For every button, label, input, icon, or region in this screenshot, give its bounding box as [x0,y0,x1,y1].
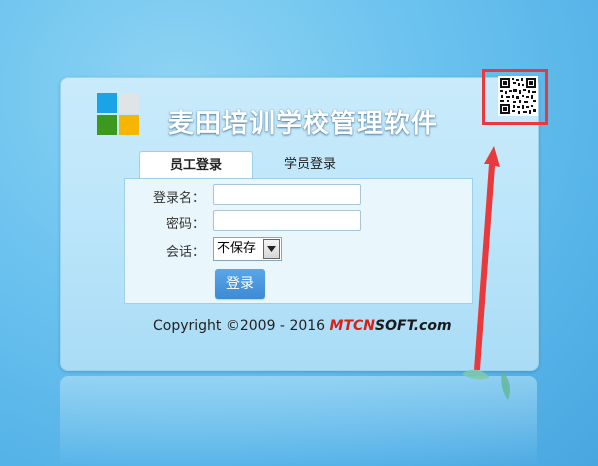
brand-name: MTCNSOFT.com [330,318,452,334]
password-input[interactable] [213,210,361,231]
app-title: 麦田培训学校管理软件 [168,109,439,139]
copyright-label: Copyright ©2009 - 2016 [153,318,330,334]
tab-staff-login[interactable]: 员工登录 [139,151,253,179]
copyright-text: Copyright ©2009 - 2016 MTCNSOFT.com [153,318,452,334]
logo-square-gray [119,93,139,113]
chevron-down-icon[interactable] [263,239,280,259]
qr-highlight-box [482,69,548,125]
logo-square-green [97,115,117,135]
username-input[interactable] [213,184,361,205]
session-select-value: 不保存 [217,241,257,256]
session-select[interactable]: 不保存 [213,237,282,261]
password-label: 密码： [165,217,205,232]
session-label: 会话： [165,245,205,260]
login-button[interactable]: 登录 [215,269,265,299]
logo-square-blue [97,93,117,113]
logo-square-yellow [119,115,139,135]
tab-student-login[interactable]: 学员登录 [270,151,350,179]
brand-name-red: MTCN [329,318,376,334]
username-label: 登录名： [152,191,205,206]
leaf-decoration-icon [462,369,510,400]
app-logo-icon [97,93,141,137]
brand-name-dark: SOFT.com [375,318,452,334]
